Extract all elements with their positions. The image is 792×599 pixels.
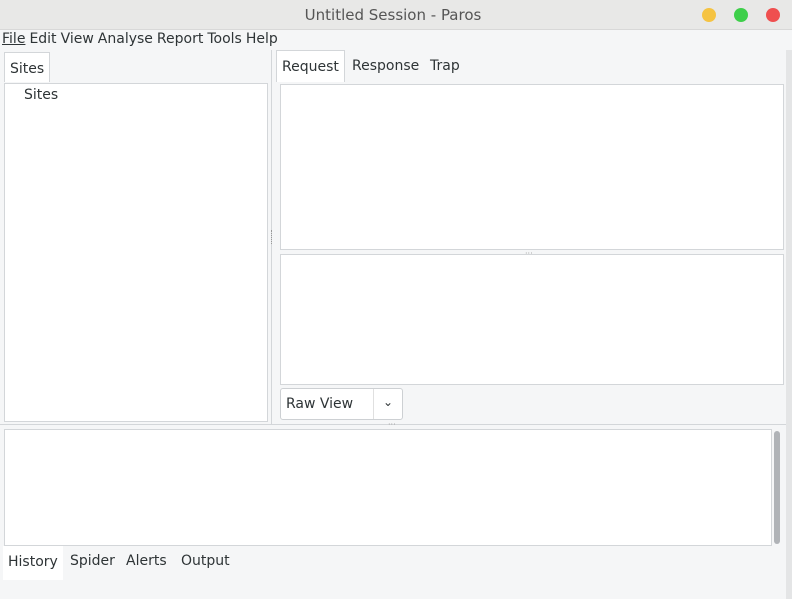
sites-pane: Sites Sites (0, 50, 272, 424)
request-body-area[interactable] (280, 254, 784, 385)
window-edge (786, 50, 792, 599)
minimize-button[interactable] (702, 8, 716, 22)
tab-output[interactable]: Output (176, 545, 235, 577)
history-list[interactable] (4, 429, 772, 546)
menu-help[interactable]: Help (244, 30, 280, 48)
menu-bar: File Edit View Analyse Report Tools Help (0, 30, 792, 50)
chevron-down-icon: ⌄ (383, 395, 394, 409)
divider (0, 424, 792, 425)
menu-analyse[interactable]: Analyse (96, 30, 155, 48)
message-pane: Request Response Trap ··· Raw View ⌄ (275, 50, 792, 424)
menu-report[interactable]: Report (155, 30, 205, 48)
menu-edit[interactable]: Edit (27, 30, 58, 48)
maximize-button[interactable] (734, 8, 748, 22)
tree-item-sites[interactable]: Sites (24, 87, 58, 103)
menu-file[interactable]: File (0, 30, 27, 48)
main-splitter-handle[interactable]: ··· (388, 420, 396, 429)
vertical-splitter-handle[interactable] (271, 230, 274, 244)
tab-alerts[interactable]: Alerts (121, 545, 172, 577)
tab-request[interactable]: Request (276, 50, 345, 82)
tab-spider[interactable]: Spider (65, 545, 120, 577)
request-header-area[interactable] (280, 84, 784, 250)
window-title: Untitled Session - Paros (304, 6, 482, 24)
close-button[interactable] (766, 8, 780, 22)
sites-tree: Sites (4, 83, 268, 422)
view-select-value: Raw View (286, 396, 354, 412)
tab-response[interactable]: Response (347, 50, 424, 82)
tab-trap[interactable]: Trap (425, 50, 465, 82)
menu-tools[interactable]: Tools (205, 30, 244, 48)
menu-view[interactable]: View (59, 30, 96, 48)
title-bar: Untitled Session - Paros (0, 0, 792, 30)
view-select[interactable]: Raw View ⌄ (280, 388, 403, 420)
tab-history[interactable]: History (3, 546, 63, 580)
tab-sites[interactable]: Sites (4, 52, 51, 82)
divider (373, 389, 374, 419)
scrollbar[interactable] (774, 431, 780, 544)
